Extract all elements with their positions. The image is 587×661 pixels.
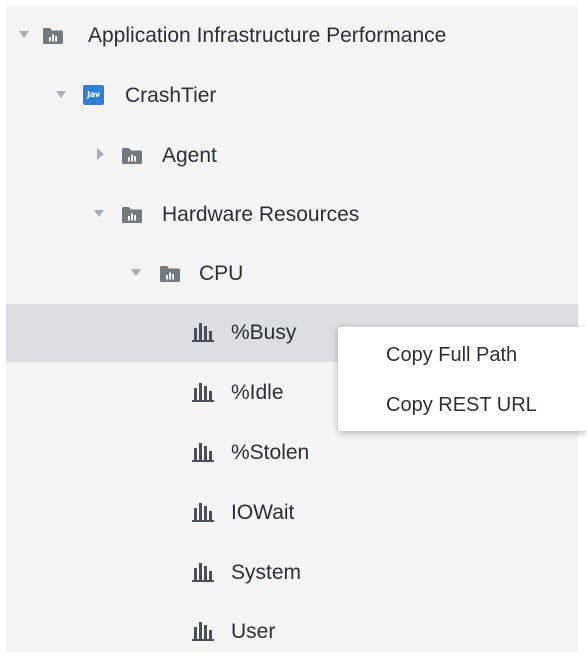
collapse-arrow-icon[interactable] xyxy=(97,148,104,160)
context-menu: Copy Full Path Copy REST URL xyxy=(338,327,587,431)
tree-metric-system[interactable]: System xyxy=(6,544,578,602)
copy-rest-url-menu-item[interactable]: Copy REST URL xyxy=(338,380,587,430)
tree-node-label: Agent xyxy=(162,144,217,167)
tree-metric-label: System xyxy=(231,561,302,584)
tree-node-label: CrashTier xyxy=(125,84,217,107)
copy-full-path-menu-item[interactable]: Copy Full Path xyxy=(338,330,587,380)
tree-metric-label: %Busy xyxy=(231,321,297,344)
expand-arrow-icon[interactable] xyxy=(19,31,29,38)
tree-node-hardware-resources[interactable]: Hardware Resources xyxy=(6,186,578,244)
tree-node-agent[interactable]: Agent xyxy=(6,127,578,185)
tree-metric-iowait[interactable]: IOWait xyxy=(6,484,578,542)
bar-chart-icon xyxy=(192,503,214,522)
java-icon: Jav xyxy=(83,85,104,105)
bar-chart-icon xyxy=(192,383,214,402)
tree-node-application-infrastructure-performance[interactable]: Application Infrastructure Performance xyxy=(6,7,578,65)
tree-metric-stolen[interactable]: %Stolen xyxy=(6,424,578,482)
expand-arrow-icon[interactable] xyxy=(131,269,141,276)
folder-icon xyxy=(160,266,180,282)
expand-arrow-icon[interactable] xyxy=(94,210,104,217)
expand-arrow-icon[interactable] xyxy=(56,91,66,98)
bar-chart-icon xyxy=(192,443,214,462)
tree-metric-label: %Idle xyxy=(231,381,284,404)
tree-node-label: Application Infrastructure Performance xyxy=(88,24,447,47)
folder-icon xyxy=(122,148,142,164)
tree-node-label: Hardware Resources xyxy=(162,203,360,226)
bar-chart-icon xyxy=(192,563,214,582)
screenshot-frame: Application Infrastructure Performance J… xyxy=(0,0,587,656)
bar-chart-icon xyxy=(192,323,214,342)
tree-metric-label: User xyxy=(231,620,276,643)
tree-node-crashtier[interactable]: Jav CrashTier xyxy=(6,67,578,125)
bar-chart-icon xyxy=(192,622,214,641)
tree-node-label: CPU xyxy=(199,262,244,285)
tree-metric-label: IOWait xyxy=(231,501,295,524)
tree-metric-user[interactable]: User xyxy=(6,603,578,661)
tree-metric-label: %Stolen xyxy=(231,441,310,464)
folder-icon xyxy=(122,207,142,223)
tree-node-cpu[interactable]: CPU xyxy=(6,245,578,303)
folder-icon xyxy=(43,28,63,44)
